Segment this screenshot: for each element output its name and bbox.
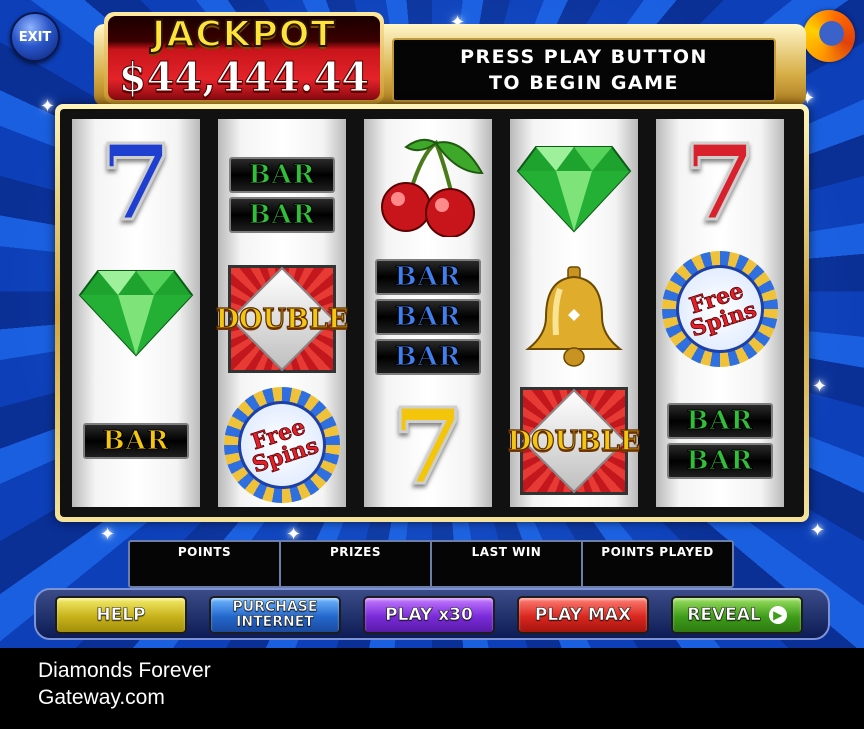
caption-title: Diamonds Forever [38,659,211,682]
double-bar-green-icon: BAR BAR [218,145,346,245]
double-symbol-icon: DOUBLE [507,387,641,495]
last-win-label: LAST WIN [471,545,542,559]
seven-symbol: 7 [390,385,465,508]
double-bar-green-icon: BAR BAR [656,391,784,491]
bar-label: BAR [229,197,335,233]
reel-4: DOUBLE [507,119,641,507]
caption: Diamonds Forever Gateway.com [38,657,211,711]
play-x30-label: PLAY x30 [385,605,473,626]
reel-frame: 7 BAR BAR BAR DOUBLE Free Spins BAR BAR … [55,104,809,522]
double-label: DOUBLE [215,303,349,335]
diamond-green-icon [510,135,638,235]
play-max-button[interactable]: PLAY MAX [517,596,649,634]
internet-label: INTERNET [236,614,314,630]
seven-symbol: 7 [682,121,757,244]
bar-label: BAR [667,443,773,479]
reel-window: 7 BAR BAR BAR DOUBLE Free Spins BAR BAR … [60,109,804,517]
points-played-counter: POINTS PLAYED [583,542,732,586]
prizes-label: PRIZES [329,545,382,559]
seven-red-icon: 7 [656,121,784,244]
message-line-2: TO BEGIN GAME [488,72,680,94]
purchase-label: PURCHASE [232,599,318,615]
message-panel: PRESS PLAY BUTTON TO BEGIN GAME [392,38,776,102]
seven-yellow-icon: 7 [364,385,492,508]
play-x30-button[interactable]: PLAY x30 [363,596,495,634]
seven-symbol: 7 [98,121,173,244]
prizes-counter: PRIZES [281,542,432,586]
purchase-internet-button[interactable]: PURCHASE INTERNET [209,596,341,634]
sparkle-icon: ✦ [812,376,828,397]
caption-site: Gateway.com [38,686,165,709]
reel-2: BAR BAR DOUBLE Free Spins [215,119,349,507]
free-spins-icon: Free Spins [218,387,346,503]
help-button[interactable]: HELP [55,596,187,634]
double-label: DOUBLE [507,425,641,457]
reel-5: 7 Free Spins BAR BAR [656,119,784,507]
sparkle-icon: ✦ [100,524,116,545]
bar-label: BAR [229,157,335,193]
bar-label: BAR [375,339,481,375]
firefox-icon[interactable] [803,10,855,62]
play-max-label: PLAY MAX [534,605,632,626]
bell-gold-icon [510,266,638,367]
message-line-1: PRESS PLAY BUTTON [460,46,708,68]
bar-label: BAR [375,299,481,335]
bar-label: BAR [83,423,189,459]
exit-button[interactable]: EXIT [10,12,60,62]
slot-game-screen: ✦ ✦ ✦ ✦ ✦ ✦ ✦ EXIT JACKPOT $44,444.44 PR… [0,0,864,648]
help-label: HELP [96,605,146,626]
sparkle-icon: ✦ [810,520,826,541]
points-counter: POINTS [130,542,281,586]
reel-1: 7 BAR [72,119,200,507]
reel-3: BAR BAR BAR 7 [364,119,492,507]
bar-yellow-icon: BAR [72,391,200,491]
diamond-green-icon [72,259,200,359]
counter-panel: POINTS PRIZES LAST WIN POINTS PLAYED [128,540,734,588]
jackpot-panel: JACKPOT $44,444.44 [104,12,384,104]
points-label: POINTS [177,545,232,559]
jackpot-label: JACKPOT [151,13,337,56]
cherries-icon [364,135,492,237]
sparkle-icon: ✦ [40,96,56,117]
points-played-label: POINTS PLAYED [601,545,714,559]
last-win-counter: LAST WIN [432,542,583,586]
seven-blue-icon: 7 [72,121,200,244]
bar-label: BAR [667,403,773,439]
triple-bar-blue-icon: BAR BAR BAR [364,259,492,375]
jackpot-value: $44,444.44 [118,54,370,102]
free-spins-icon: Free Spins [656,251,784,367]
arrow-right-icon: ▶ [768,606,787,624]
bar-label: BAR [375,259,481,295]
double-symbol-icon: DOUBLE [215,265,349,373]
reveal-button[interactable]: REVEAL ▶ [671,596,803,634]
reveal-label: REVEAL [687,605,761,626]
